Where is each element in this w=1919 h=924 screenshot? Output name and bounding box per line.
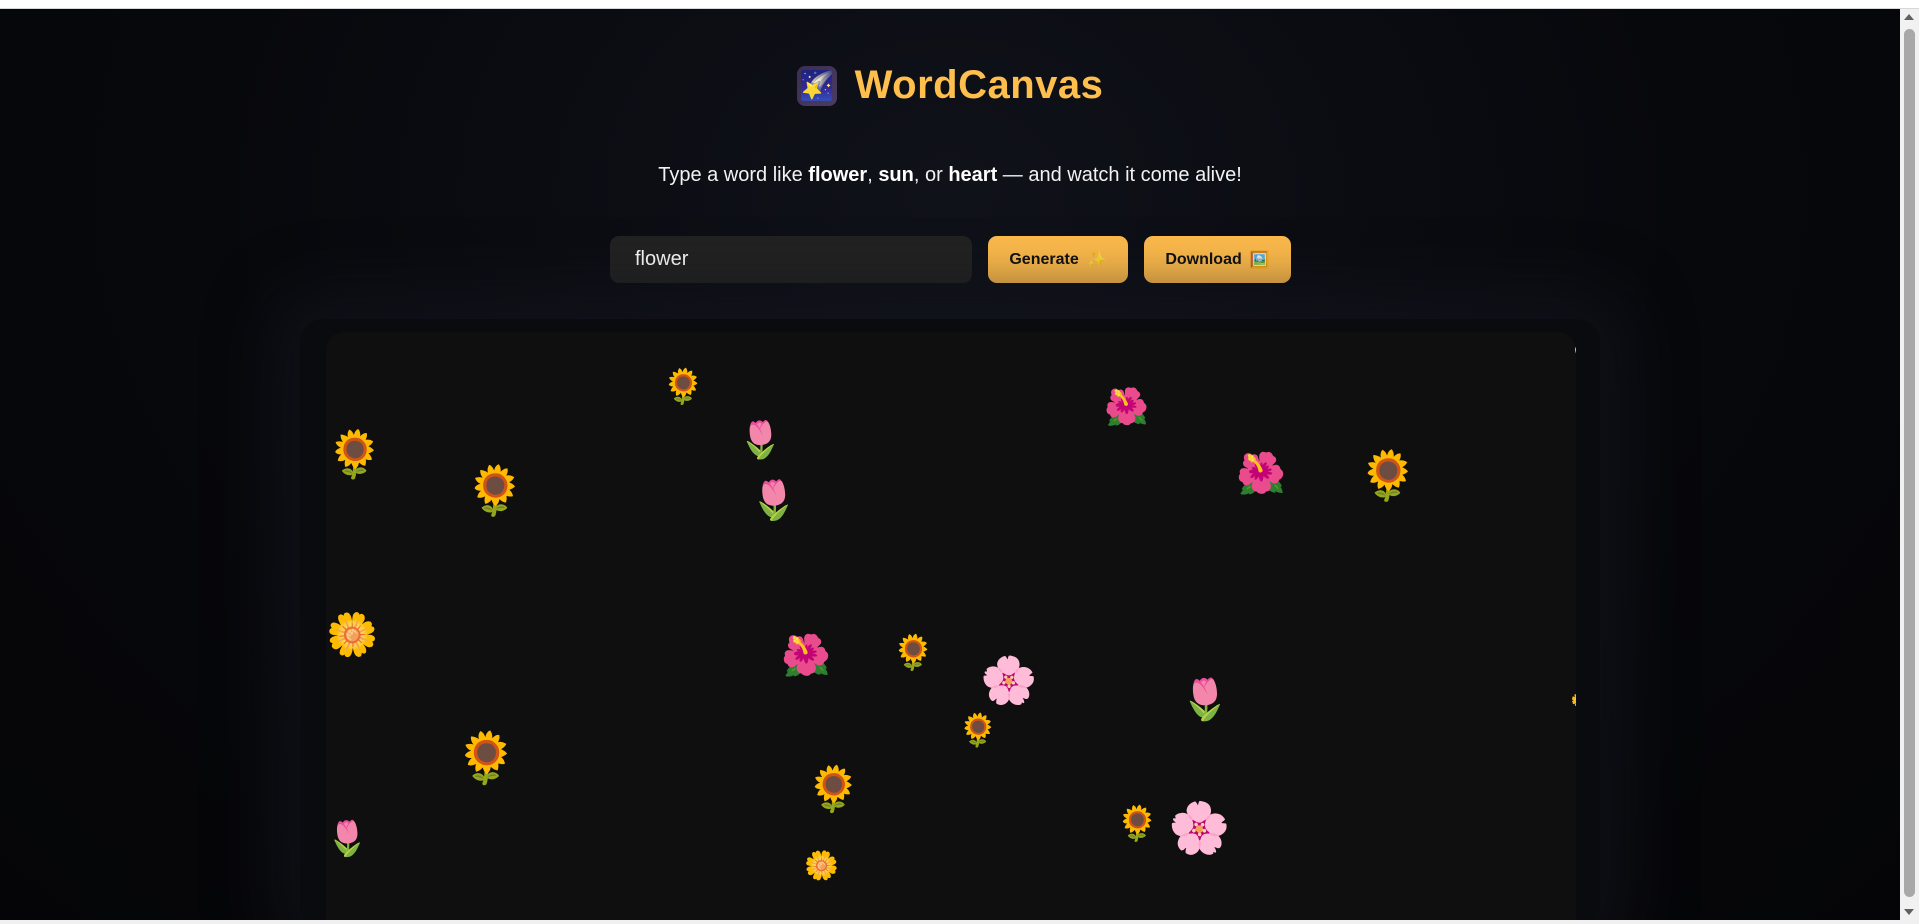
scrollbar-thumb[interactable] bbox=[1904, 29, 1915, 897]
browser-top-edge bbox=[0, 0, 1919, 9]
scroll-up-arrow-icon[interactable] bbox=[1904, 14, 1914, 20]
sunflower-icon: 🌻 bbox=[455, 730, 518, 786]
blossom-icon: 🌼 bbox=[1571, 694, 1576, 706]
hibiscus-icon: 🌺 bbox=[781, 634, 831, 678]
cherry-blossom-icon: 🌸 bbox=[980, 654, 1038, 706]
sunflower-icon: 🌻 bbox=[1358, 450, 1418, 503]
generate-button[interactable]: Generate ✨ bbox=[988, 236, 1128, 283]
app-title: WordCanvas bbox=[854, 63, 1104, 107]
picture-icon: 🖼️ bbox=[1249, 251, 1270, 269]
blossom-icon: 🌼 bbox=[326, 611, 379, 658]
download-button[interactable]: Download 🖼️ bbox=[1144, 236, 1291, 283]
page-viewport: 🌠 WordCanvas Type a word like flower, su… bbox=[0, 9, 1900, 920]
sunflower-icon: 🌻 bbox=[806, 765, 861, 814]
tulip-icon: 🌷 bbox=[1180, 678, 1230, 722]
sunflower-icon: 🌻 bbox=[1116, 805, 1159, 843]
tagline-example-flower: flower bbox=[808, 164, 868, 186]
generate-button-label: Generate bbox=[1009, 250, 1079, 268]
scroll-down-arrow-icon[interactable] bbox=[1904, 909, 1914, 915]
tagline: Type a word like flower, sun, or heart —… bbox=[0, 164, 1900, 187]
hibiscus-icon: 🌺 bbox=[1236, 452, 1286, 496]
tagline-prefix: Type a word like bbox=[658, 164, 809, 186]
download-button-label: Download bbox=[1165, 250, 1242, 268]
word-input[interactable] bbox=[610, 236, 972, 283]
hibiscus-icon: 🌺 bbox=[1104, 386, 1149, 427]
sparkles-icon: ✨ bbox=[1086, 251, 1107, 269]
sunflower-icon: 🌻 bbox=[958, 712, 998, 748]
word-canvas[interactable]: 🌻🌷🌷🌺🌺🌻🌻🌻🌸🌼🌺🌻🌸🌷🌻🌻🌻🌼🌻🌸🌷🌼 bbox=[326, 332, 1576, 920]
sunflower-icon: 🌻 bbox=[465, 465, 525, 518]
tagline-example-sun: sun bbox=[878, 164, 914, 186]
shooting-star-icon: 🌠 bbox=[796, 65, 837, 106]
sunflower-icon: 🌻 bbox=[662, 368, 705, 406]
tagline-separator: , or bbox=[913, 164, 949, 186]
vertical-scrollbar[interactable] bbox=[1900, 9, 1919, 920]
cherry-blossom-icon: 🌸 bbox=[1168, 800, 1231, 856]
cherry-blossom-icon: 🌸 bbox=[1572, 332, 1576, 372]
blossom-icon: 🌼 bbox=[804, 850, 839, 881]
browser-bottom-edge bbox=[0, 920, 1919, 924]
tagline-suffix: — and watch it come alive! bbox=[997, 164, 1242, 186]
tagline-separator: , bbox=[867, 164, 879, 186]
tulip-icon: 🌷 bbox=[750, 480, 798, 522]
tulip-icon: 🌷 bbox=[326, 820, 369, 858]
sunflower-icon: 🌻 bbox=[326, 428, 384, 480]
tagline-example-heart: heart bbox=[948, 164, 998, 186]
sunflower-icon: 🌻 bbox=[892, 634, 935, 672]
tulip-icon: 🌷 bbox=[738, 419, 783, 460]
controls-bar: Generate ✨ Download 🖼️ bbox=[610, 236, 1291, 283]
app-header: 🌠 WordCanvas bbox=[0, 63, 1900, 108]
